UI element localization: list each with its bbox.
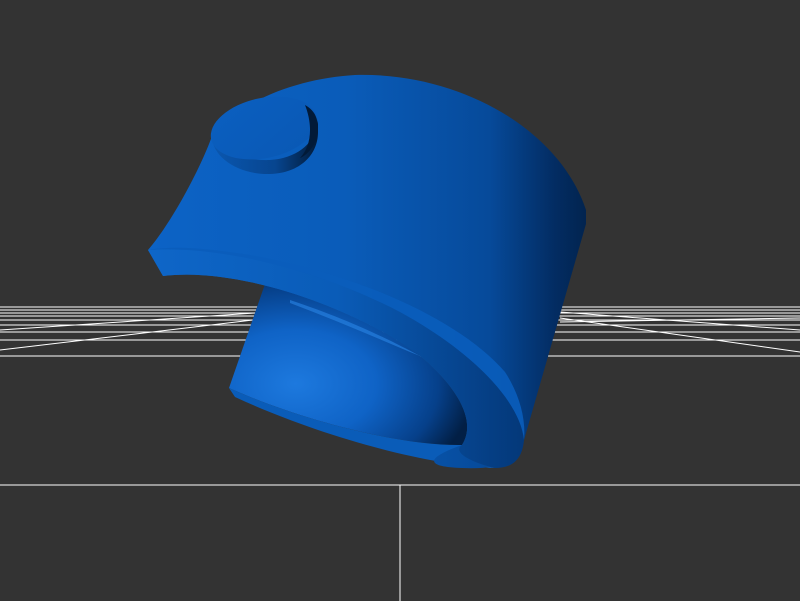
viewport-canvas[interactable] (0, 0, 800, 601)
cylinder-model[interactable] (148, 74, 586, 469)
3d-viewport[interactable] (0, 0, 800, 601)
